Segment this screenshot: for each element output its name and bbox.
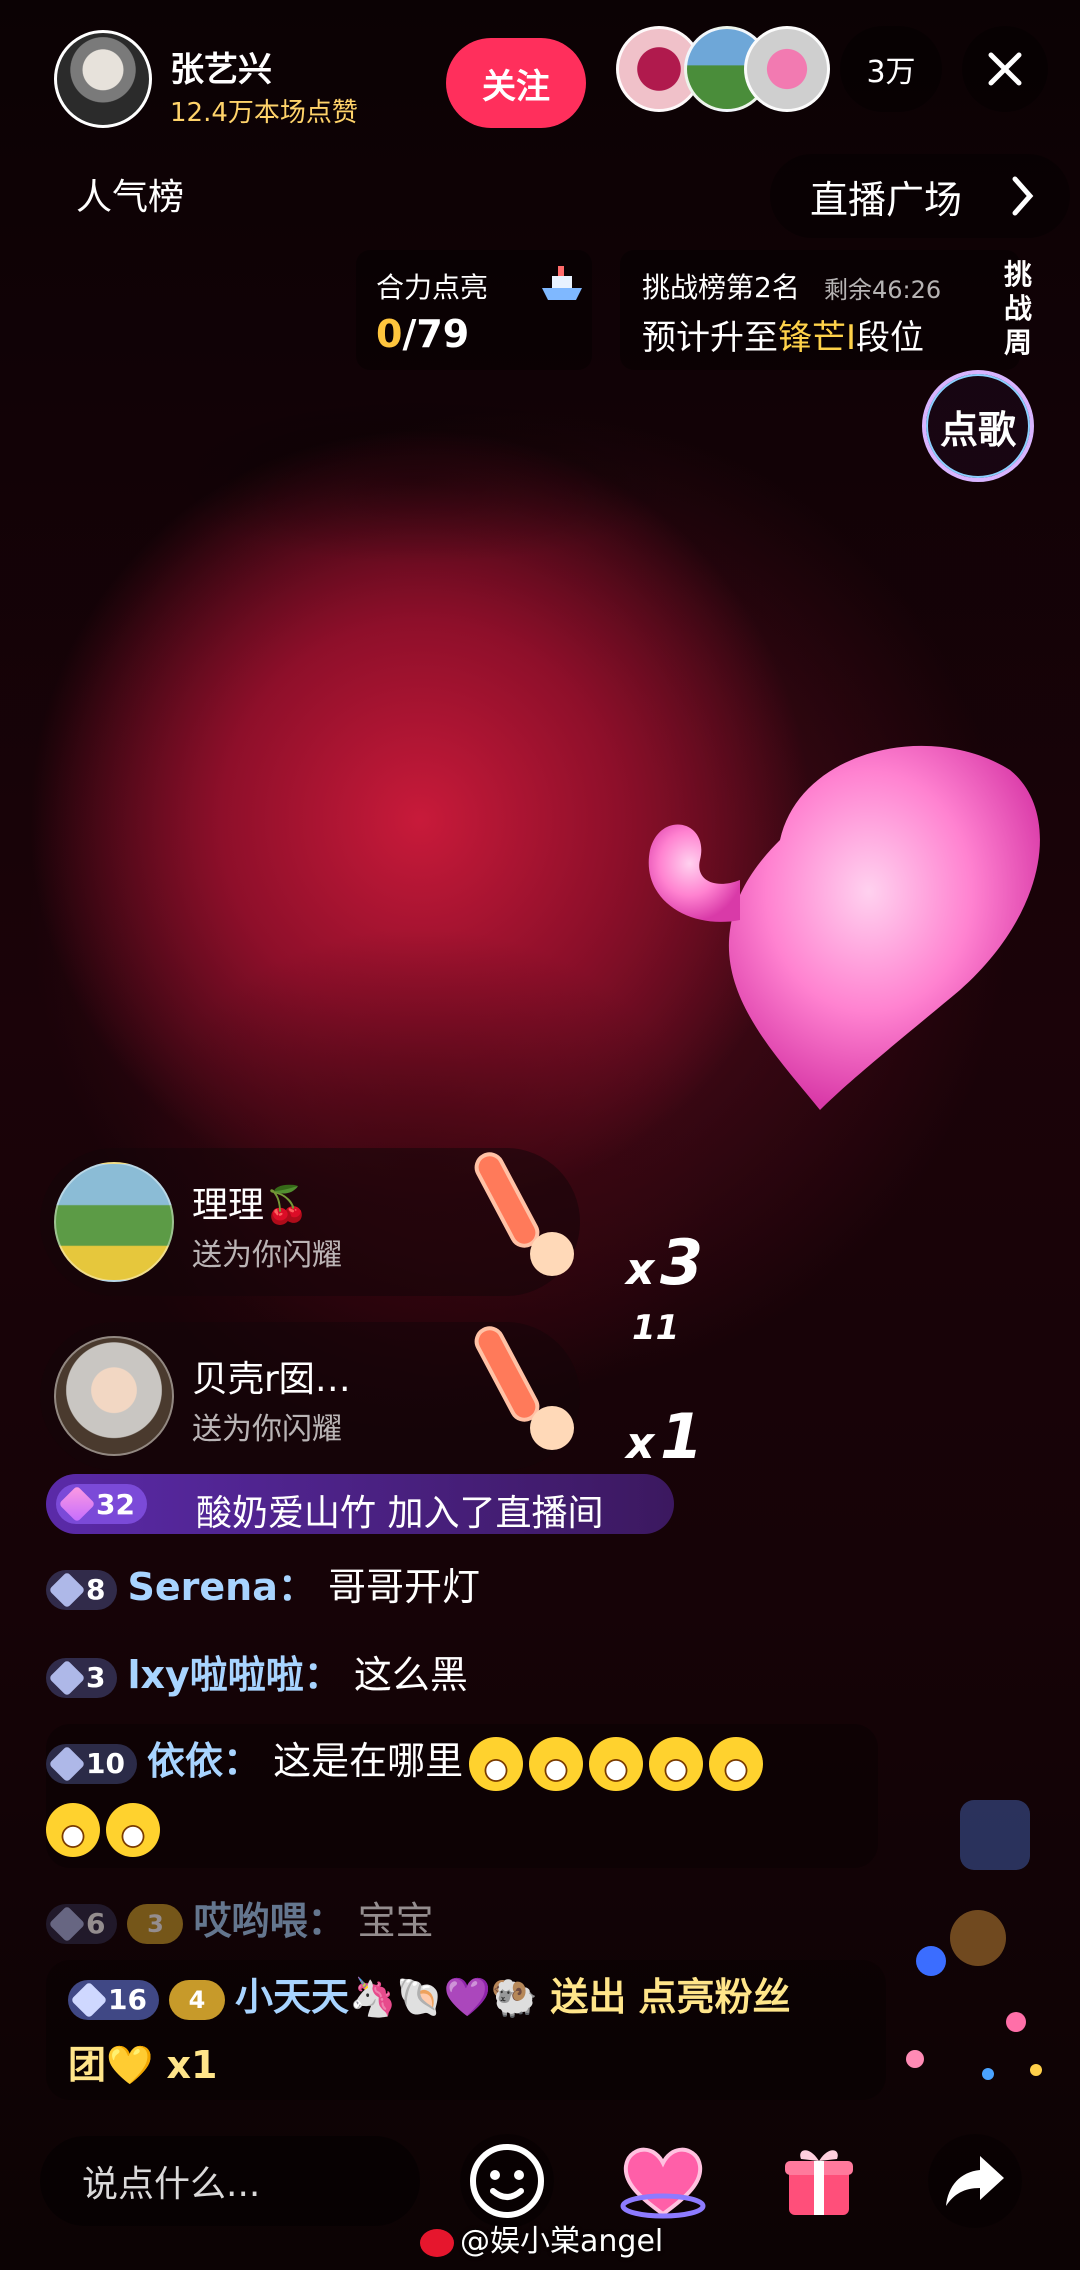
close-button[interactable] [962,26,1048,112]
gift-row[interactable]: 贝壳r囡… 送为你闪耀 [40,1322,580,1470]
viewer-avatar[interactable] [744,26,830,112]
gift-combo: 11 [632,1308,680,1348]
live-plaza-label: 直播广场 [810,177,963,222]
gift-action: 送为你闪耀 [192,1238,342,1273]
gift-box-icon [785,2150,853,2215]
host-name: 张艺兴 [170,50,272,90]
gift-row[interactable]: 理理🍒 送为你闪耀 [40,1148,580,1296]
live-plaza-button[interactable]: 直播广场 [770,154,1070,238]
comment-username[interactable]: 哎哟喂 [193,1899,307,1943]
diamond-icon [48,1745,86,1782]
diamond-icon [48,1905,86,1942]
heart-effect-icon [648,745,1040,1110]
level-badge: 10 [46,1743,137,1784]
join-banner: 32 酸奶爱山竹 加入了直播间 [46,1474,674,1534]
follow-button[interactable]: 关注 [446,38,586,128]
challenge-card[interactable]: 挑战榜第2名 剩余46:26 预计升至锋芒I段位 [620,250,1020,370]
like-button[interactable] [616,2134,710,2228]
level-badge: 3 [46,1657,118,1698]
close-icon [988,52,1022,86]
comment-item[interactable]: 10 依依： 这是在哪里 [46,1728,866,1860]
gift-sender-name: 贝壳r囡… [192,1359,351,1400]
grin-emoji-icon [46,1802,100,1857]
emoji-button[interactable] [460,2134,554,2228]
diamond-icon [58,1485,96,1523]
gift-message-action: 送出 [550,1975,627,2019]
diamond-icon [70,1981,108,2018]
comment-text: 宝宝 [357,1899,434,1943]
weibo-logo-icon [420,2228,454,2257]
comment-item[interactable]: 8 Serena： 哥哥开灯 [46,1554,480,1620]
song-request-button[interactable]: 点歌 [922,370,1034,482]
floating-effects [880,1760,1080,2100]
sender-avatar[interactable] [54,1336,174,1456]
join-text: 酸奶爱山竹 加入了直播间 [196,1493,604,1534]
heart-icon [620,2147,706,2219]
chevron-right-icon [1012,176,1034,216]
level-badge: 16 [68,1979,159,2020]
diamond-icon [48,1571,86,1608]
host-info[interactable]: 张艺兴 12.4万本场点赞 关注 [40,14,586,130]
grin-emoji-icon [649,1736,704,1791]
gift-action: 送为你闪耀 [192,1412,342,1447]
challenge-week-label[interactable]: 挑战周 [1000,258,1036,360]
gift-multiplier: x 1 [626,1400,704,1473]
diamond-icon [48,1659,86,1696]
smile-icon [470,2144,544,2218]
glowstick-gift-icon [474,1326,574,1450]
comment-text: 哥哥开灯 [327,1565,480,1609]
level-badge: 6 [46,1903,118,1944]
comment-input[interactable]: 说点什么... [40,2136,420,2226]
level-badge: 8 [46,1569,118,1610]
host-likes: 12.4万本场点赞 [170,98,358,128]
light-up-card[interactable]: 合力点亮 0/79 [356,250,592,370]
gift-button[interactable] [772,2134,866,2228]
fan-badge: 4 [168,1979,225,2020]
gift-message-line2: 团💛 x1 [68,2043,218,2087]
challenge-title: 挑战榜第2名 [642,271,800,304]
light-up-progress: 0/79 [376,312,470,356]
challenge-forecast: 预计升至锋芒I段位 [642,318,925,358]
comment-item[interactable]: 6 3 哎哟喂： 宝宝 [46,1888,434,1954]
gift-message-gift: 点亮粉丝 [638,1975,791,2019]
level-badge: 32 [56,1484,147,1524]
grin-emoji-icon [589,1736,644,1791]
comment-item[interactable]: 3 lxy啦啦啦： 这么黑 [46,1642,468,1708]
glowstick-gift-icon [474,1152,574,1276]
gift-message-username[interactable]: 小天天🦄🐚💜🐏 [235,1975,538,2019]
host-avatar[interactable] [54,30,152,128]
comment-text: 这是在哪里 [273,1739,464,1783]
comment-text: 这么黑 [353,1653,468,1697]
fan-badge: 3 [127,1903,184,1944]
watermark: @娱小棠angel [420,2216,663,2260]
grin-emoji-icon [469,1736,524,1791]
grin-emoji-icon [529,1736,584,1791]
share-arrow-icon [946,2156,1004,2206]
share-button[interactable] [928,2134,1022,2228]
popularity-ranking[interactable]: 人气榜 [76,168,184,220]
sender-avatar[interactable] [54,1162,174,1282]
gift-multiplier: x 3 [626,1226,704,1299]
ship-icon [542,266,582,300]
comment-username[interactable]: 依依 [147,1739,223,1783]
grin-emoji-icon [106,1802,160,1857]
light-up-title: 合力点亮 [376,271,489,304]
grin-emoji-icon [709,1736,764,1791]
gift-message[interactable]: 16 4 小天天🦄🐚💜🐏 送出 点亮粉丝 团💛 x1 [46,1960,886,2100]
comment-username[interactable]: Serena [127,1565,277,1609]
gift-sender-name: 理理🍒 [192,1185,309,1226]
viewer-count[interactable]: 3万 [840,26,942,112]
challenge-remaining: 剩余46:26 [824,276,942,304]
comment-username[interactable]: lxy啦啦啦 [127,1653,303,1697]
